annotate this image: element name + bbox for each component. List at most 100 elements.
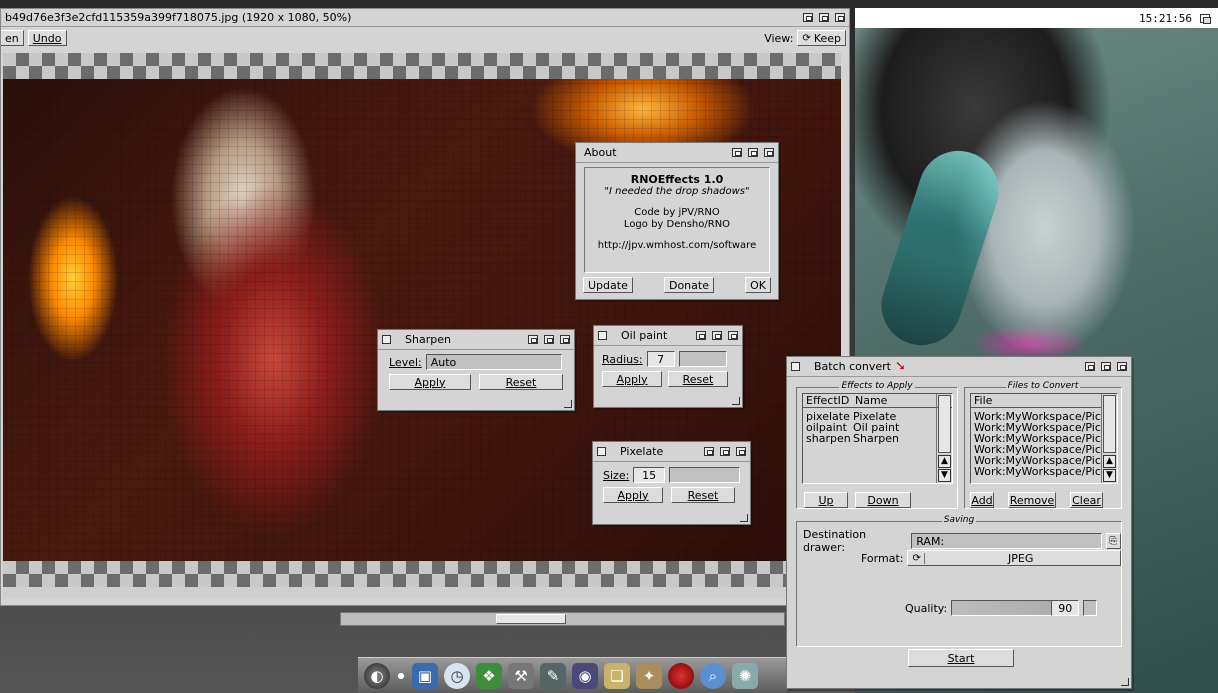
depth-icon[interactable] — [560, 335, 570, 344]
scrollbar-knob[interactable] — [496, 614, 566, 624]
zoom-icon[interactable] — [712, 331, 722, 340]
tools-icon[interactable]: ⚒ — [508, 662, 534, 689]
pixelate-window: Pixelate Size: 15 Apply Reset — [592, 441, 751, 525]
start-button[interactable]: Start — [908, 649, 1014, 667]
close-icon[interactable] — [597, 447, 606, 456]
undo-label: Undo — [32, 31, 62, 45]
drawer-icon[interactable]: ▣ — [412, 662, 438, 689]
resize-handle[interactable] — [740, 514, 748, 522]
iconify-icon[interactable] — [1085, 362, 1095, 371]
update-button[interactable]: Update — [583, 277, 633, 293]
effect-name-column[interactable]: Name — [853, 394, 887, 407]
undo-button[interactable]: Undo — [27, 30, 67, 46]
palette-icon[interactable]: ✦ — [636, 662, 662, 689]
add-file-button[interactable]: Add — [970, 492, 994, 508]
scroll-up-icon[interactable]: ▲ — [1103, 455, 1116, 468]
about-titlebar[interactable]: About — [576, 143, 778, 163]
oilpaint-titlebar[interactable]: Oil paint — [594, 326, 742, 346]
app-name: RNOEffects 1.0 — [630, 173, 724, 186]
move-up-button[interactable]: Up — [804, 492, 848, 508]
sharpen-title: Sharpen — [405, 333, 451, 346]
close-icon[interactable] — [598, 331, 607, 340]
iconify-icon[interactable] — [732, 148, 742, 157]
sharpen-window: Sharpen Level: Auto Apply Reset — [377, 329, 575, 411]
iconify-icon[interactable] — [696, 331, 706, 340]
depth-icon[interactable] — [736, 447, 746, 456]
scroll-down-icon[interactable]: ▼ — [938, 469, 951, 482]
scrollbar-track[interactable] — [1103, 395, 1116, 453]
depth-icon[interactable] — [764, 148, 774, 157]
scrollbar-track[interactable] — [938, 395, 951, 453]
view-mode-cycle[interactable]: ⟳ Keep — [797, 30, 846, 46]
dot-icon[interactable]: ● — [396, 663, 406, 689]
magnifier-icon[interactable]: ⌕ — [700, 662, 726, 689]
radius-value[interactable]: 7 — [646, 351, 675, 367]
list-item[interactable]: sharpen Sharpen — [803, 433, 952, 444]
scroll-down-icon[interactable]: ▼ — [1103, 469, 1116, 482]
pixelate-apply-button[interactable]: Apply — [603, 487, 663, 503]
effect-id-column[interactable]: EffectID — [803, 394, 853, 407]
resize-handle[interactable] — [1121, 678, 1129, 686]
documents-icon[interactable]: ❏ — [604, 662, 630, 689]
radius-slider[interactable] — [678, 351, 727, 367]
screen-depth-icon[interactable] — [1200, 13, 1211, 24]
destination-field[interactable]: RAM: — [911, 533, 1102, 549]
level-label: Level: — [389, 355, 422, 369]
effects-list[interactable]: EffectID Name pixelate Pixelate oilpaint O… — [802, 393, 953, 484]
pixelate-reset-button[interactable]: Reset — [671, 487, 735, 503]
viewer-horizontal-scrollbar[interactable] — [340, 612, 785, 626]
close-icon[interactable] — [791, 362, 800, 371]
book-icon[interactable]: ❖ — [476, 662, 502, 689]
oilpaint-reset-button[interactable]: Reset — [668, 371, 728, 387]
file-column[interactable]: File — [971, 394, 992, 407]
files-list[interactable]: File Work:MyWorkspace/Pictur Work:MyWork… — [970, 393, 1118, 484]
batch-titlebar[interactable]: Batch convert ➘ — [787, 357, 1131, 377]
oilpaint-apply-button[interactable]: Apply — [602, 371, 662, 387]
record-icon[interactable] — [668, 662, 694, 689]
resize-handle[interactable] — [564, 400, 572, 408]
close-icon[interactable] — [382, 335, 391, 344]
resize-handle[interactable] — [732, 397, 740, 405]
scroll-up-icon[interactable]: ▲ — [938, 455, 951, 468]
zoom-icon[interactable] — [748, 148, 758, 157]
sharpen-reset-button[interactable]: Reset — [479, 374, 563, 390]
logo-credit: Logo by Densho/RNO — [623, 219, 731, 230]
quality-slider-end[interactable] — [1083, 600, 1098, 616]
paint-icon[interactable]: ✎ — [540, 662, 566, 689]
depth-icon[interactable] — [728, 331, 738, 340]
move-down-button[interactable]: Down — [855, 492, 911, 508]
size-value[interactable]: 15 — [633, 467, 665, 483]
open-button[interactable]: en — [1, 30, 24, 46]
list-item[interactable]: Work:MyWorkspace/Pictur — [974, 466, 1117, 477]
clear-files-button[interactable]: Clear — [1070, 492, 1103, 508]
iconify-icon[interactable] — [803, 13, 813, 22]
eye-icon[interactable]: ◉ — [572, 662, 598, 689]
zoom-icon[interactable] — [544, 335, 554, 344]
iconify-icon[interactable] — [704, 447, 714, 456]
zoom-icon[interactable] — [720, 447, 730, 456]
zoom-icon[interactable] — [819, 13, 829, 22]
pixelate-titlebar[interactable]: Pixelate — [593, 442, 750, 462]
donate-button[interactable]: Donate — [663, 277, 714, 293]
folder-icon: ⎘ — [1109, 535, 1118, 547]
ambient-icon[interactable]: ◐ — [364, 662, 390, 689]
depth-icon[interactable] — [1117, 362, 1127, 371]
depth-icon[interactable] — [835, 13, 845, 22]
homepage-url[interactable]: http://jpv.wmhost.com/software — [585, 240, 769, 252]
network-icon[interactable]: ✺ — [732, 662, 758, 689]
saving-group-title: Saving — [941, 515, 977, 525]
sharpen-apply-button[interactable]: Apply — [389, 374, 471, 390]
size-slider[interactable] — [668, 467, 740, 483]
zoom-icon[interactable] — [1101, 362, 1111, 371]
effects-scrollbar[interactable]: ▲ ▼ — [936, 394, 952, 483]
viewer-titlebar[interactable]: b49d76e3f3e2cfd115359a399f718075.jpg (19… — [1, 9, 849, 27]
clock-icon[interactable]: ◷ — [444, 662, 470, 689]
remove-file-button[interactable]: Remove — [1008, 492, 1056, 508]
sharpen-titlebar[interactable]: Sharpen — [378, 330, 574, 350]
drawer-requester-button[interactable]: ⎘ — [1105, 533, 1121, 549]
iconify-icon[interactable] — [528, 335, 538, 344]
files-scrollbar[interactable]: ▲ ▼ — [1101, 394, 1117, 483]
ok-button[interactable]: OK — [745, 277, 771, 293]
level-select[interactable]: Auto — [425, 354, 562, 370]
format-cycle[interactable]: ⟳ JPEG — [907, 550, 1122, 566]
